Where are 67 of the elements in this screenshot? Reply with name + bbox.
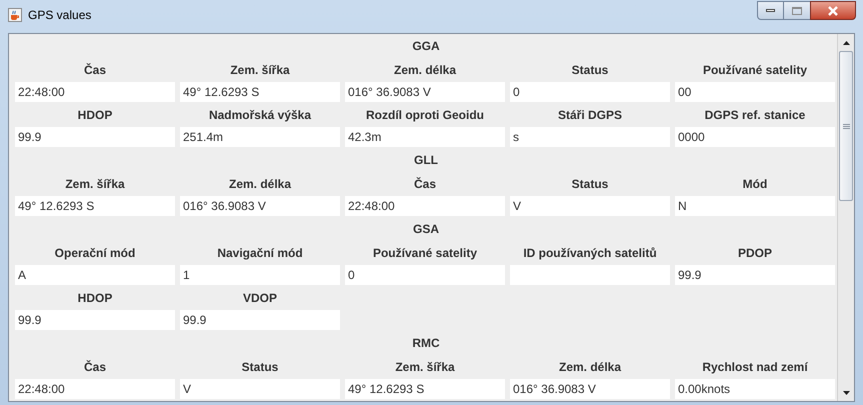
text-field[interactable]: 0.00knots <box>675 379 835 399</box>
field-label: Nadmořská výška <box>208 107 312 124</box>
scroll-thumb[interactable] <box>839 51 853 201</box>
field-label: Status <box>242 359 278 376</box>
section-heading: GGA <box>411 38 441 55</box>
grip-icon <box>842 124 850 128</box>
text-field[interactable]: 49° 12.6293 S <box>345 379 505 399</box>
field-label: Operační mód <box>54 245 136 262</box>
field-label: Stáři DGPS <box>558 107 622 124</box>
text-field[interactable]: 251.4m <box>180 127 340 147</box>
text-field[interactable]: 016° 36.9083 V <box>180 196 340 216</box>
field-label: VDOP <box>242 290 277 307</box>
field-label: Zem. šířka <box>230 62 290 79</box>
field-label: Zem. šířka <box>395 359 455 376</box>
text-field[interactable]: 1 <box>180 265 340 285</box>
field-label: Používané satelity <box>372 245 478 262</box>
text-field[interactable]: 0000 <box>675 127 835 147</box>
maximize-icon <box>792 6 802 14</box>
field-label: Čas <box>414 176 436 193</box>
field-label: Čas <box>84 359 106 376</box>
field-label: DGPS ref. stanice <box>704 107 806 124</box>
text-field[interactable]: 0 <box>510 82 670 102</box>
text-field[interactable]: 22:48:00 <box>15 82 175 102</box>
minimize-button[interactable] <box>757 1 784 20</box>
text-field[interactable]: 99.9 <box>675 265 835 285</box>
text-field[interactable]: 42.3m <box>345 127 505 147</box>
window-title: GPS values <box>28 7 92 24</box>
text-field[interactable]: 0 <box>345 265 505 285</box>
text-field[interactable]: 49° 12.6293 S <box>15 196 175 216</box>
text-field[interactable]: 99.9 <box>180 310 340 330</box>
field-label: Navigační mód <box>217 245 303 262</box>
text-field[interactable]: V <box>180 379 340 399</box>
field-label: Čas <box>84 62 106 79</box>
text-field[interactable]: 99.9 <box>15 310 175 330</box>
scrollbar[interactable] <box>837 34 854 401</box>
field-label: Rozdíl oproti Geoidu <box>366 107 484 124</box>
field-label: Status <box>572 62 608 79</box>
text-field[interactable]: V <box>510 196 670 216</box>
field-label: Status <box>572 176 608 193</box>
text-field[interactable]: s <box>510 127 670 147</box>
close-button[interactable] <box>810 1 856 20</box>
text-field[interactable]: N <box>675 196 835 216</box>
text-field[interactable]: A <box>15 265 175 285</box>
text-field[interactable]: 49° 12.6293 S <box>180 82 340 102</box>
text-field[interactable]: 016° 36.9083 V <box>345 82 505 102</box>
field-label: Zem. délka <box>558 359 622 376</box>
coffee-cup-icon <box>8 8 22 22</box>
section-heading: GLL <box>413 152 439 169</box>
text-field[interactable]: 99.9 <box>15 127 175 147</box>
field-label: Zem. šířka <box>65 176 125 193</box>
text-field[interactable]: 22:48:00 <box>345 196 505 216</box>
field-label: HDOP <box>78 107 112 124</box>
field-label: HDOP <box>78 290 112 307</box>
text-field[interactable]: 016° 36.9083 V <box>510 379 670 399</box>
minimize-icon <box>766 9 775 12</box>
text-field[interactable]: 22:48:00 <box>15 379 175 399</box>
field-label: Zem. délka <box>228 176 292 193</box>
field-label: Rychlost nad zemí <box>702 359 808 376</box>
field-label: PDOP <box>738 245 772 262</box>
close-icon <box>827 6 839 16</box>
field-label: Používané satelity <box>702 62 808 79</box>
text-field[interactable]: 00 <box>675 82 835 102</box>
field-label: Zem. délka <box>394 62 456 79</box>
field-label: Mód <box>742 176 768 193</box>
section-heading: GSA <box>412 221 440 238</box>
section-heading: RMC <box>411 335 441 352</box>
field-label: ID používaných satelitů <box>523 245 657 262</box>
